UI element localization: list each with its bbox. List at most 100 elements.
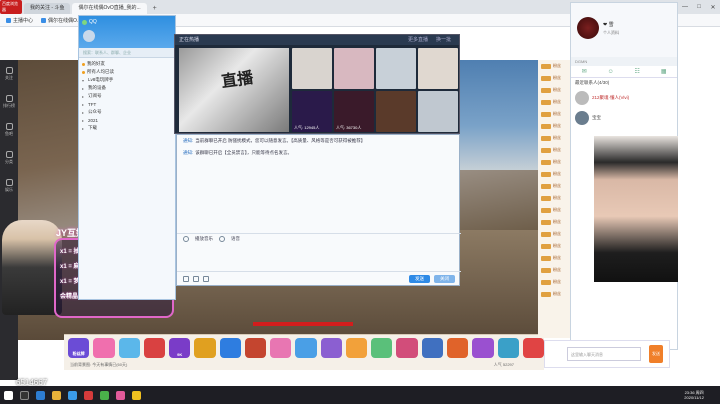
gift-item[interactable] [421, 337, 443, 358]
fan-badge [541, 87, 551, 93]
app-icon[interactable] [132, 390, 141, 400]
play-music-button[interactable]: 播放音乐 [195, 236, 213, 242]
list-item[interactable]: ▾ Lv8电玩牌手 [82, 76, 172, 84]
online-status-icon [82, 19, 87, 25]
rank-icon [5, 95, 13, 102]
list-item[interactable]: ▸ 2021 [82, 116, 172, 124]
sidebar-item-entertainment[interactable]: 娱乐 [0, 172, 18, 200]
stream-thumbnail[interactable] [292, 48, 332, 89]
live-hall-header: 正在热播 更多直播 换一批 [175, 35, 459, 45]
emoji-icon[interactable] [183, 275, 189, 282]
app-icon[interactable] [116, 390, 125, 400]
profile-name: ❤ 雪 [603, 22, 614, 28]
stream-thumbnail[interactable]: 人气: 36730人 [334, 91, 374, 132]
list-item[interactable]: 212聚魂·懂人(Vivi) [571, 88, 677, 108]
list-item[interactable]: ▸ 公众号 [82, 108, 172, 116]
stream-thumbnail[interactable] [418, 91, 458, 132]
danmaku-input[interactable]: 这里输入聊天消息 [567, 347, 641, 361]
qq-search-input[interactable]: 搜索：联系人、群聊、企业 [79, 48, 175, 58]
popularity-count: 人气 52297 [493, 362, 514, 367]
windows-start-icon[interactable] [4, 390, 13, 400]
gift-item[interactable]: 粉丝牌 [68, 337, 90, 358]
close-button[interactable]: 关闭 [434, 274, 455, 283]
gift-item[interactable] [194, 337, 216, 358]
viewer-count: 人气: 36730人 [336, 125, 362, 130]
list-item[interactable]: 我的好友 [82, 60, 172, 68]
voice-button[interactable]: 语音 [231, 236, 240, 242]
new-tab-button[interactable]: + [150, 4, 160, 14]
stream-thumbnail[interactable] [376, 91, 416, 132]
browser-icon[interactable] [68, 390, 77, 400]
gift-item[interactable] [295, 337, 317, 358]
gift-item[interactable] [497, 337, 519, 358]
message-icon[interactable]: ✉ [571, 66, 598, 77]
apps-icon[interactable]: ▦ [651, 66, 678, 77]
featured-text: 直播 [220, 67, 255, 92]
gift-item[interactable] [270, 337, 292, 358]
gift-item[interactable] [371, 337, 393, 358]
sidebar-item-follow[interactable]: 关注 [0, 60, 18, 88]
stream-thumbnail[interactable] [376, 48, 416, 89]
voice-icon[interactable] [219, 235, 225, 242]
fan-badge [541, 243, 551, 249]
avatar[interactable] [577, 17, 599, 39]
contacts-icon[interactable]: ☺ [598, 66, 625, 77]
list-item[interactable]: ▸ 订阅号 [82, 92, 172, 100]
maximize-icon[interactable]: □ [692, 4, 706, 10]
chrome-icon[interactable] [52, 390, 61, 400]
group-icon[interactable]: ☷ [624, 66, 651, 77]
gift-item[interactable] [143, 337, 166, 358]
bookmark-stream[interactable]: 偶尔在线偶O... [41, 17, 81, 24]
scissors-icon[interactable] [193, 275, 199, 282]
gift-item[interactable] [396, 337, 418, 358]
list-item[interactable]: ▸ TFT [82, 100, 172, 108]
featured-stream[interactable]: 直播 [179, 48, 289, 132]
gift-item[interactable]: 9K [169, 337, 191, 358]
list-item[interactable]: 所有人均已读 [82, 68, 172, 76]
gift-item[interactable] [446, 337, 469, 358]
bookmark-icon [41, 17, 47, 23]
folder-icon[interactable] [36, 390, 45, 400]
more-live-link[interactable]: 更多直播 [408, 35, 428, 45]
fan-badge [541, 123, 551, 129]
gift-item[interactable] [472, 337, 494, 358]
sidebar-item-fishbar[interactable]: 鱼吧 [0, 116, 18, 144]
minimize-icon[interactable]: — [678, 4, 692, 10]
sidebar-item-category[interactable]: 分类 [0, 144, 18, 172]
stream-thumbnail[interactable] [418, 48, 458, 89]
fan-badge [541, 267, 551, 273]
avatar[interactable] [83, 30, 95, 42]
profile-search-input[interactable]: DGMN [571, 57, 677, 66]
gift-item[interactable] [345, 337, 368, 358]
app-icon[interactable] [100, 390, 109, 400]
gift-item[interactable] [93, 337, 115, 358]
image-icon[interactable] [203, 275, 209, 282]
danmaku-send-button[interactable]: 发送 [649, 345, 663, 363]
profile-signature: 个人资料 [603, 30, 619, 35]
fan-badge [541, 207, 551, 213]
tab-stream[interactable]: 偶尔在线偶OvO直播_我的... [72, 3, 147, 14]
fish-icon [5, 123, 13, 130]
search-icon[interactable] [20, 390, 29, 400]
stream-thumbnail[interactable] [334, 48, 374, 89]
recent-contacts-header[interactable]: 最近联系人(4/30) [571, 78, 677, 88]
gift-item[interactable] [219, 337, 241, 358]
gift-item[interactable] [320, 337, 342, 358]
send-button[interactable]: 发送 [409, 274, 430, 283]
fan-badge [541, 231, 551, 237]
list-item[interactable]: ▸ 我的设备 [82, 84, 172, 92]
gift-item[interactable] [522, 337, 545, 358]
system-clock[interactable]: 23:36 周四 2020/11/12 [684, 390, 704, 400]
list-item[interactable]: ▸ 下载 [82, 124, 172, 132]
close-icon[interactable]: ✕ [706, 4, 720, 11]
stream-thumbnail[interactable]: 人气: 12945人 [292, 91, 332, 132]
tab-following[interactable]: 我的关注 - 斗鱼 [24, 3, 71, 14]
gift-item[interactable] [244, 337, 267, 358]
gift-item[interactable] [118, 337, 140, 358]
music-icon[interactable] [183, 235, 189, 242]
app-icon[interactable] [84, 390, 93, 400]
list-item[interactable]: 宝宝 [571, 108, 677, 128]
refresh-link[interactable]: 换一批 [436, 35, 451, 45]
sidebar-item-rank[interactable]: 排行榜 [0, 88, 18, 116]
bookmark-anchor-center[interactable]: 主播中心 [6, 17, 33, 24]
